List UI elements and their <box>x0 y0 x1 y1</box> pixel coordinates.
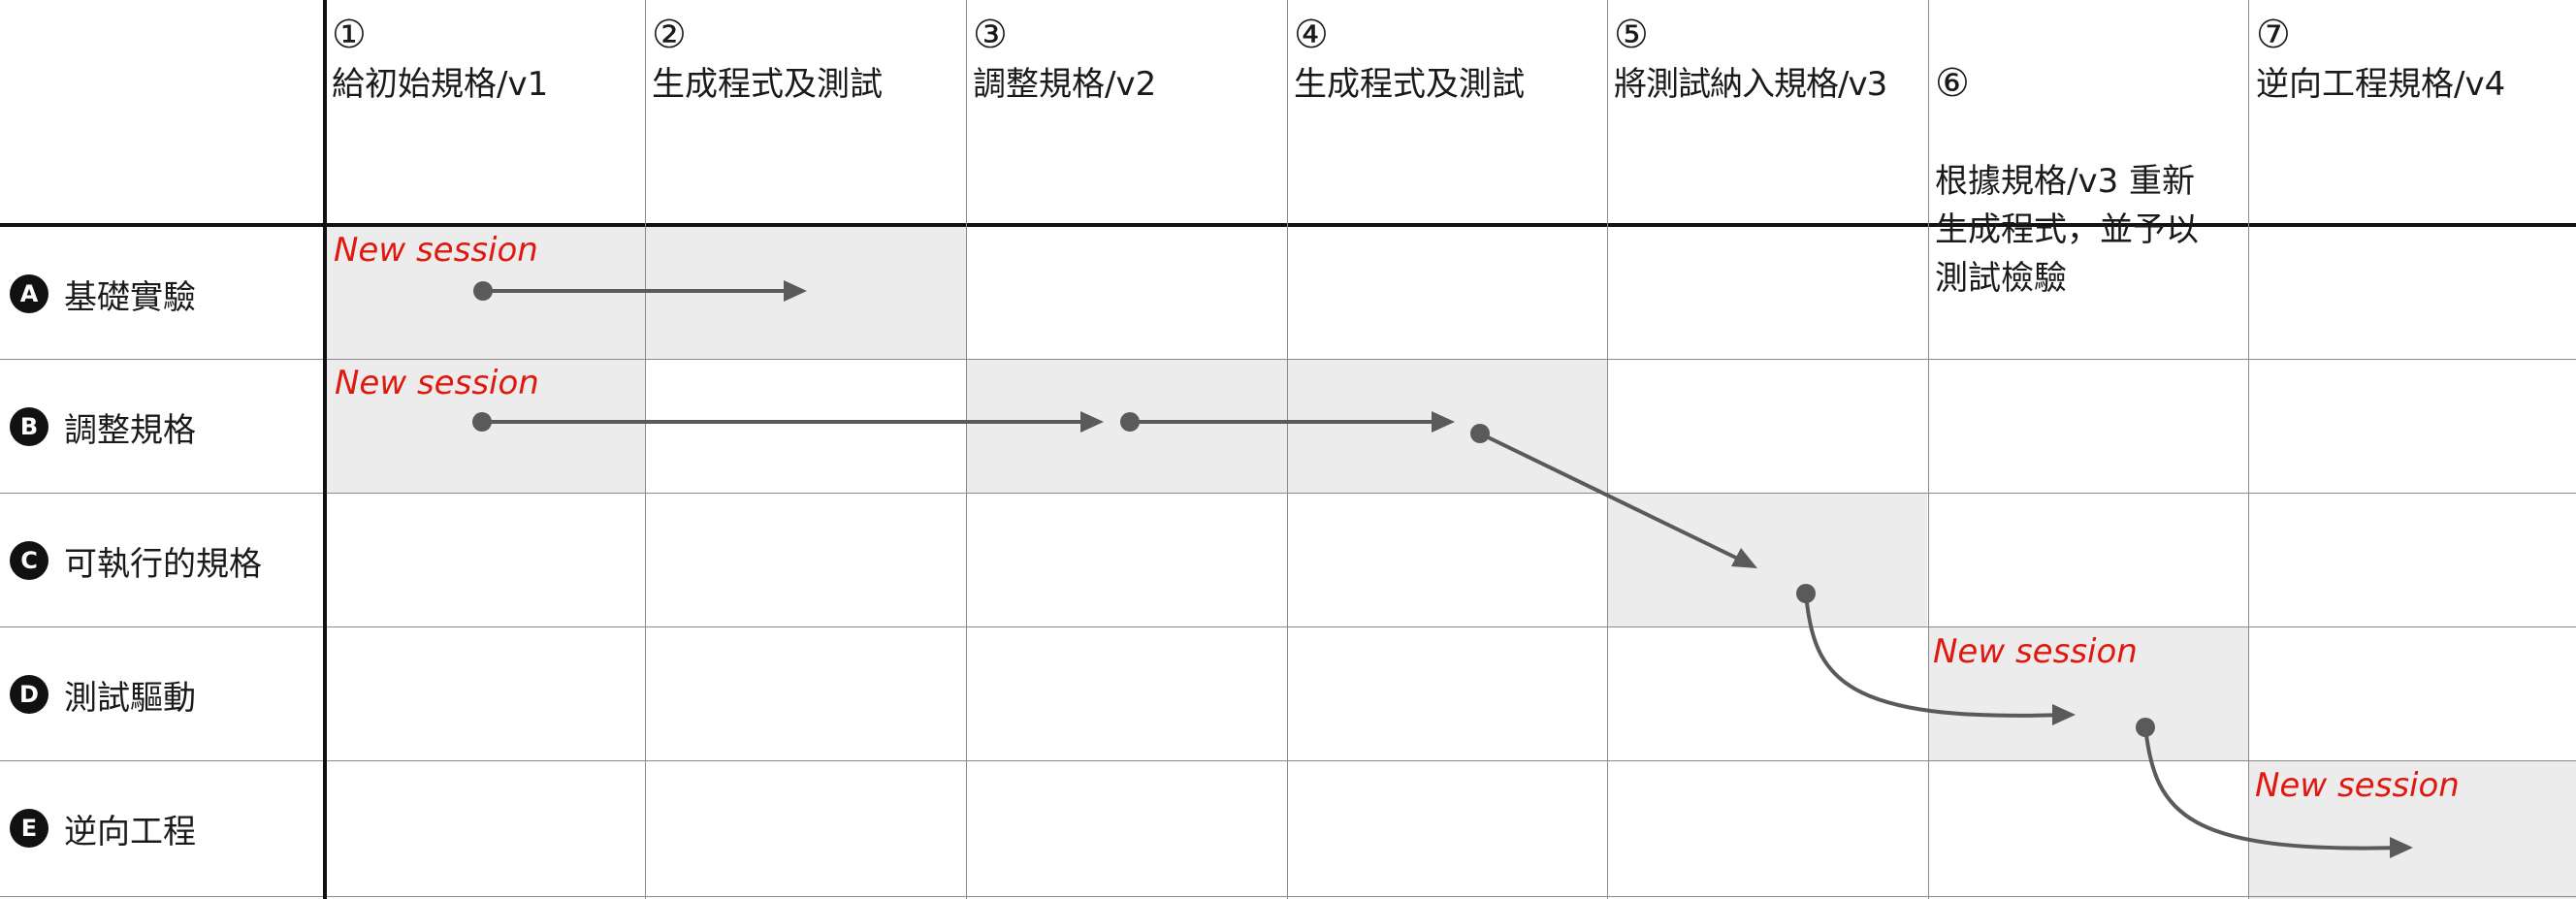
start-dot <box>1796 584 1816 603</box>
start-dot <box>2136 718 2155 737</box>
arrow-d-to-e <box>2143 726 2404 851</box>
arrowhead <box>784 280 807 302</box>
arrow-c-to-d <box>1804 593 2067 718</box>
arrowhead <box>2052 704 2076 725</box>
start-dot <box>472 412 492 432</box>
arrow-b-to-c <box>1479 432 1747 564</box>
arrowhead <box>2390 837 2413 858</box>
workflow-grid: ① 給初始規格/v1 ② 生成程式及測試 ③ 調整規格/v2 ④ 生成程式及測試… <box>0 0 2576 899</box>
flow-arrows <box>472 280 2413 858</box>
start-dot <box>1470 424 1490 443</box>
arrowhead <box>1080 411 1104 433</box>
arrowhead <box>1432 411 1455 433</box>
start-dot <box>473 281 493 301</box>
start-dot <box>1120 412 1140 432</box>
